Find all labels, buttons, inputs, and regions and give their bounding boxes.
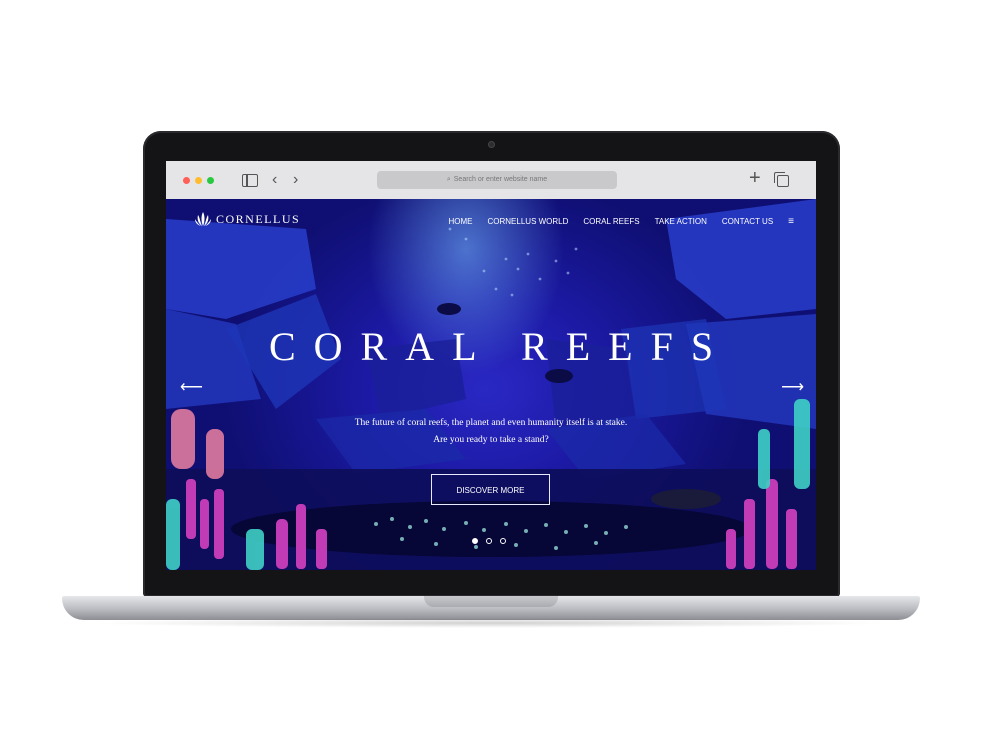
discover-more-button[interactable]: DISCOVER MORE — [431, 474, 550, 505]
minimize-window-button[interactable] — [195, 177, 202, 184]
browser-toolbar: ‹ › ⌕ Search or enter website name + — [166, 161, 816, 200]
brand-logo[interactable]: CORNELLUS — [194, 211, 300, 227]
maximize-window-button[interactable] — [207, 177, 214, 184]
plus-icon[interactable]: + — [749, 168, 761, 188]
search-icon: ⌕ — [446, 176, 451, 183]
webcam — [488, 141, 495, 148]
underwater-scene-illustration — [166, 199, 816, 570]
forward-icon[interactable]: › — [293, 171, 298, 189]
nav-contact-us[interactable]: CONTACT US — [722, 217, 773, 226]
arrow-left-icon[interactable]: ⟵ — [180, 377, 203, 397]
hero-subtitle-line2: Are you ready to take a stand? — [433, 435, 549, 445]
address-placeholder: Search or enter website name — [453, 176, 548, 183]
brand-name: CORNELLUS — [216, 211, 301, 226]
nav-take-action[interactable]: TAKE ACTION — [655, 217, 707, 226]
tabs-icon[interactable] — [774, 172, 789, 187]
slide-dot-1[interactable] — [472, 538, 478, 544]
laptop-notch — [424, 596, 558, 607]
arrow-right-icon[interactable]: ⟶ — [781, 377, 804, 397]
menu-icon[interactable]: ≡ — [788, 216, 794, 227]
back-icon[interactable]: ‹ — [272, 171, 277, 189]
hero-section: CORNELLUS HOME CORNELLUS WORLD CORAL REE… — [166, 199, 816, 570]
screen: ‹ › ⌕ Search or enter website name + COR… — [166, 161, 816, 570]
address-bar[interactable]: ⌕ Search or enter website name — [377, 171, 617, 189]
hero-title: CORAL REEFS — [268, 324, 732, 369]
slide-dot-2[interactable] — [486, 538, 492, 544]
hero-subtitle-line1: The future of coral reefs, the planet an… — [354, 418, 628, 428]
laptop-shadow — [90, 618, 890, 628]
slider-pagination — [472, 538, 506, 544]
nav-coral-reefs[interactable]: CORAL REEFS — [583, 217, 639, 226]
nav-home[interactable]: HOME — [449, 217, 473, 226]
sidebar-icon[interactable] — [242, 174, 258, 187]
close-window-button[interactable] — [183, 177, 190, 184]
slide-dot-3[interactable] — [500, 538, 506, 544]
main-nav: HOME CORNELLUS WORLD CORAL REEFS TAKE AC… — [449, 216, 795, 227]
nav-cornellus-world[interactable]: CORNELLUS WORLD — [488, 217, 569, 226]
coral-logo-icon — [195, 212, 211, 226]
